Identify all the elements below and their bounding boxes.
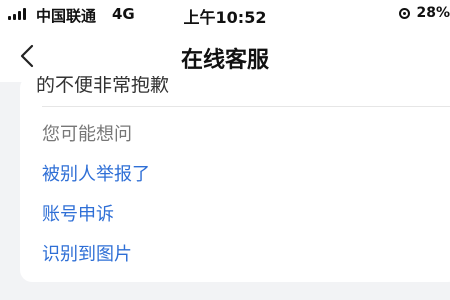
rotation-lock-icon <box>399 7 411 19</box>
chat-area[interactable]: 的不便非常抱歉 您可能想问 被别人举报了 账号申诉 识别到图片 <box>0 76 450 300</box>
message-text: 的不便非常抱歉 <box>36 76 170 96</box>
page-title: 在线客服 <box>180 48 269 73</box>
message-card: 的不便非常抱歉 您可能想问 被别人举报了 账号申诉 识别到图片 <box>20 76 450 282</box>
divider <box>42 106 450 107</box>
status-bar: 中国联通 4G 上午10:52 28% <box>0 0 450 30</box>
clock: 上午10:52 <box>183 8 267 27</box>
suggestion-link[interactable]: 识别到图片 <box>42 240 132 266</box>
nav-bar: 在线客服 <box>0 30 450 82</box>
suggestion-link[interactable]: 账号申诉 <box>42 200 114 226</box>
suggestions-title: 您可能想问 <box>42 124 132 145</box>
battery-level: 28% <box>416 5 450 21</box>
suggestion-link[interactable]: 被别人举报了 <box>42 160 150 186</box>
status-right: 28% <box>399 5 450 21</box>
